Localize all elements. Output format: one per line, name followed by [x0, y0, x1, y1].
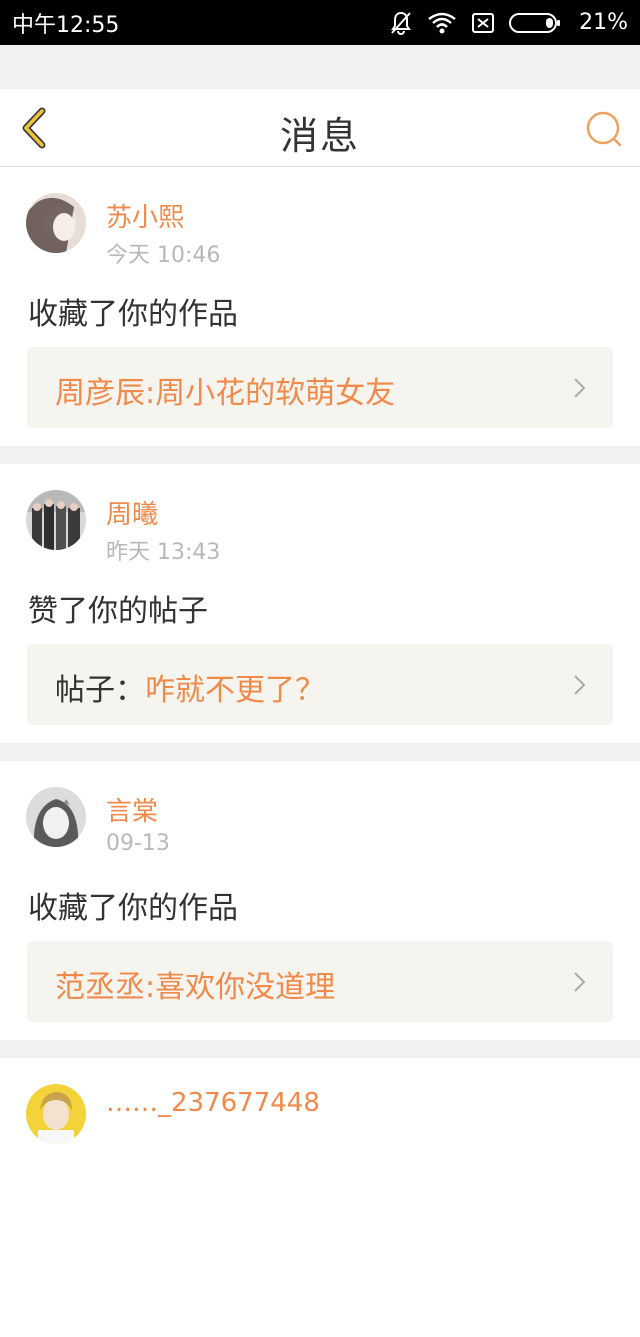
ref-title: 范丞丞:喜欢你没道理	[55, 970, 336, 1005]
message-card: 苏小熙 今天 10:46 收藏了你的作品 周彦辰:周小花的软萌女友	[0, 167, 640, 446]
action-text: 赞了你的帖子	[28, 594, 208, 629]
wifi-icon	[427, 11, 457, 35]
chevron-right-icon	[574, 675, 586, 695]
chevron-right-icon	[574, 972, 586, 992]
ref-title: 周彦辰:周小花的软萌女友	[55, 376, 396, 411]
message-card: 周曦 昨天 13:43 赞了你的帖子 帖子：咋就不更了？	[0, 464, 640, 743]
post-link[interactable]: 帖子：咋就不更了？	[27, 644, 613, 725]
search-button[interactable]	[584, 109, 624, 149]
top-spacer	[0, 45, 640, 89]
message-card: ……_237677448	[0, 1058, 640, 1337]
search-icon	[586, 111, 622, 147]
timestamp: 今天 10:46	[106, 243, 221, 268]
username[interactable]: ……_237677448	[106, 1088, 320, 1118]
avatar[interactable]	[26, 787, 86, 847]
status-icons: 21%	[389, 10, 628, 36]
username[interactable]: 周曦	[106, 494, 158, 531]
battery-icon	[509, 12, 561, 34]
status-time: 中午12:55	[12, 12, 120, 38]
work-link[interactable]: 范丞丞:喜欢你没道理	[27, 941, 613, 1022]
avatar[interactable]	[26, 1084, 86, 1144]
chevron-right-icon	[574, 378, 586, 398]
timestamp: 昨天 13:43	[106, 540, 221, 565]
ref-title: 咋就不更了？	[145, 673, 325, 708]
message-card: 言棠 09-13 收藏了你的作品 范丞丞:喜欢你没道理	[0, 761, 640, 1040]
username[interactable]: 苏小熙	[106, 197, 184, 234]
username[interactable]: 言棠	[106, 791, 158, 828]
action-text: 收藏了你的作品	[28, 297, 238, 332]
work-link[interactable]: 周彦辰:周小花的软萌女友	[27, 347, 613, 428]
nav-bar: 消息	[0, 89, 640, 167]
avatar[interactable]	[26, 193, 86, 253]
page-title: 消息	[279, 114, 360, 158]
ref-prefix: 帖子：	[55, 673, 145, 708]
battery-level: 21%	[579, 10, 628, 35]
action-text: 收藏了你的作品	[28, 891, 238, 926]
avatar[interactable]	[26, 490, 86, 550]
sim-off-icon	[471, 12, 495, 34]
bell-muted-icon	[389, 10, 413, 36]
timestamp: 09-13	[106, 831, 170, 856]
status-bar: 中午12:55 21%	[0, 0, 640, 45]
